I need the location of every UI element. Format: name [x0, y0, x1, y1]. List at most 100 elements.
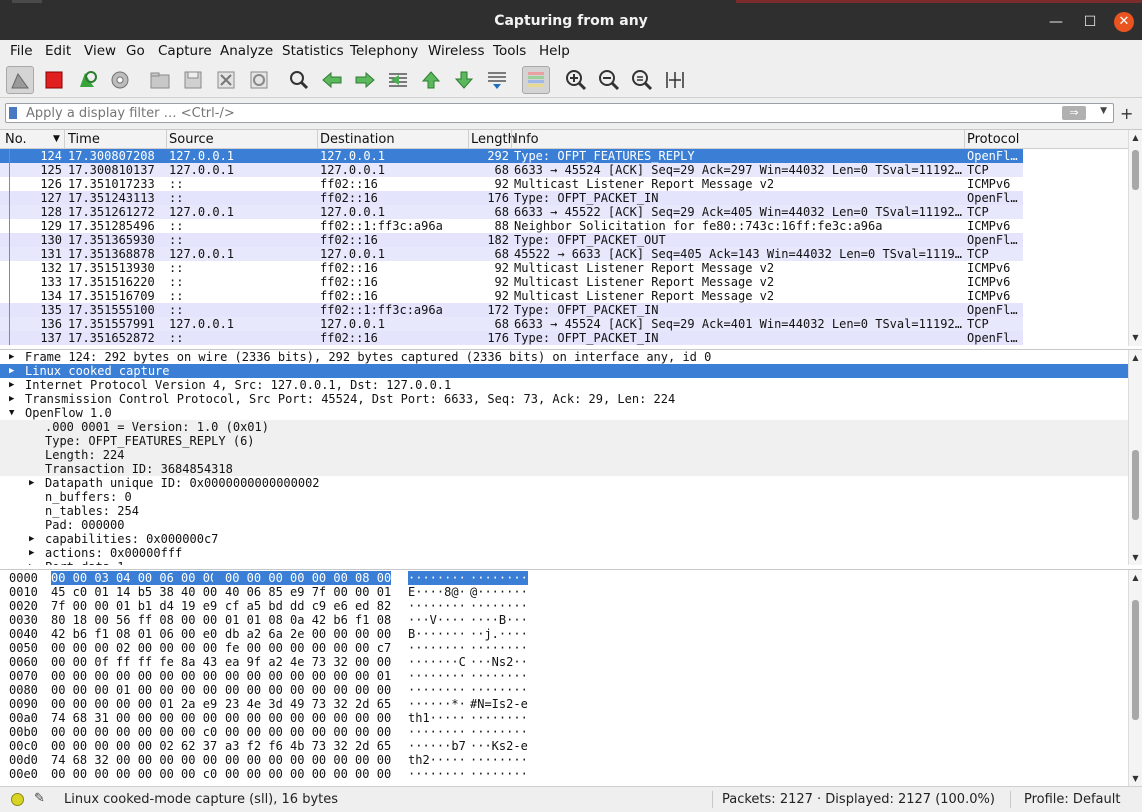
column-header-info[interactable]: Info: [514, 132, 539, 148]
collapsed-chevron-icon[interactable]: ▶: [29, 546, 34, 560]
column-header-time[interactable]: Time: [68, 132, 100, 148]
packet-row[interactable]: 134 17.351516709:: ff02::16 92 Multicast Lis…: [0, 289, 1023, 303]
packet-row[interactable]: 128 17.351261272 127.0.0.1 127.0.0.1 68 6633 …: [0, 205, 1023, 219]
detail-tree-row[interactable]: ▶ capabilities: 0x000000c7: [0, 532, 1128, 546]
go-forward-icon[interactable]: [351, 66, 379, 94]
go-back-icon[interactable]: [318, 66, 346, 94]
detail-tree-row[interactable]: ▶ Datapath unique ID: 0x0000000000000002: [0, 476, 1128, 490]
collapsed-chevron-icon[interactable]: ▶: [29, 560, 34, 565]
go-to-packet-icon[interactable]: [384, 66, 412, 94]
packet-bytes-scrollbar[interactable]: ▲ ▼: [1128, 570, 1142, 786]
collapsed-chevron-icon[interactable]: ▶: [29, 532, 34, 546]
detail-tree-row[interactable]: ▶ Transmission Control Protocol, Src Port…: [0, 392, 1128, 406]
shark-fin-start-icon[interactable]: [6, 66, 34, 94]
detail-tree-row[interactable]: ▶ Internet Protocol Version 4, Src: 127.0…: [0, 378, 1128, 392]
detail-tree-row[interactable]: ▼ OpenFlow 1.0: [0, 406, 1128, 420]
menu-statistics[interactable]: Statistics: [282, 43, 344, 59]
capture-comment-icon[interactable]: ✎: [34, 791, 45, 806]
maximize-icon[interactable]: ☐: [1080, 12, 1100, 32]
column-header-protocol[interactable]: Protocol: [967, 132, 1019, 148]
apply-filter-arrow-icon[interactable]: ⇒: [1062, 106, 1086, 120]
close-icon[interactable]: ✕: [1114, 12, 1134, 32]
packet-row[interactable]: 125 17.300810137 127.0.0.1 127.0.0.1 68 6633 …: [0, 163, 1023, 177]
column-header-destination[interactable]: Destination: [320, 132, 395, 148]
column-header-source[interactable]: Source: [169, 132, 214, 148]
packet-row[interactable]: 137 17.351652872:: ff02::16 176 Type: OFPT_P…: [0, 331, 1023, 345]
packet-row[interactable]: 131 17.351368878 127.0.0.1 127.0.0.1 68 45522…: [0, 247, 1023, 261]
packet-row[interactable]: 124 17.300807208 127.0.0.1 127.0.0.1 292 Type…: [0, 149, 1023, 163]
menu-file[interactable]: File: [10, 43, 33, 59]
open-file-icon[interactable]: [146, 66, 174, 94]
status-profile[interactable]: Profile: Default: [1024, 792, 1120, 807]
packet-row[interactable]: 126 17.351017233:: ff02::16 92 Multicast Lis…: [0, 177, 1023, 191]
hex-row[interactable]: 00a0 74 68 31 00 00 00 00 00 00 00 00 00 0…: [0, 711, 540, 725]
minimize-icon[interactable]: —: [1046, 12, 1066, 32]
hex-row[interactable]: 0050 00 00 00 02 00 00 00 00 fe 00 00 00 0…: [0, 641, 540, 655]
filter-dropdown-chevron-icon[interactable]: ▼: [1100, 106, 1107, 116]
hex-row[interactable]: 0080 00 00 00 01 00 00 00 00 00 00 00 00 0…: [0, 683, 540, 697]
go-last-packet-icon[interactable]: [450, 66, 478, 94]
expert-info-indicator-icon[interactable]: [11, 793, 24, 806]
hex-row[interactable]: 0000 00 00 03 04 00 06 00 00 00 00 00 00 0…: [0, 571, 540, 585]
packet-row[interactable]: 136 17.351557991 127.0.0.1 127.0.0.1 68 6633 …: [0, 317, 1023, 331]
detail-tree-row[interactable]: n_buffers: 0: [0, 490, 1128, 504]
hex-row[interactable]: 00c0 00 00 00 00 00 02 62 37 a3 f2 f6 4b 7…: [0, 739, 540, 753]
zoom-normal-icon[interactable]: [628, 66, 656, 94]
detail-tree-row[interactable]: ▶ actions: 0x00000fff: [0, 546, 1128, 560]
packet-row[interactable]: 132 17.351513930:: ff02::16 92 Multicast Lis…: [0, 261, 1023, 275]
hex-row[interactable]: 0040 42 b6 f1 08 01 06 00 e0 db a2 6a 2e 0…: [0, 627, 540, 641]
detail-tree-row[interactable]: n_tables: 254: [0, 504, 1128, 518]
reload-file-icon[interactable]: [245, 66, 273, 94]
collapsed-chevron-icon[interactable]: ▶: [9, 392, 14, 406]
column-header-length[interactable]: Length: [471, 132, 516, 148]
hex-row[interactable]: 00b0 00 00 00 00 00 00 00 c0 00 00 00 00 0…: [0, 725, 540, 739]
packet-details-scrollbar[interactable]: ▲ ▼: [1128, 350, 1142, 565]
packet-row[interactable]: 135 17.351555100:: ff02::1:ff3c:a96a 172 Typ…: [0, 303, 1023, 317]
detail-tree-row[interactable]: Type: OFPT_FEATURES_REPLY (6): [0, 434, 1128, 448]
capture-options-icon[interactable]: [106, 66, 134, 94]
zoom-in-icon[interactable]: [562, 66, 590, 94]
menu-capture[interactable]: Capture: [158, 43, 212, 59]
detail-tree-row[interactable]: .000 0001 = Version: 1.0 (0x01): [0, 420, 1128, 434]
find-packet-icon[interactable]: [285, 66, 313, 94]
bookmark-icon[interactable]: [9, 107, 17, 119]
hex-row[interactable]: 00d0 74 68 32 00 00 00 00 00 00 00 00 00 0…: [0, 753, 540, 767]
packet-row[interactable]: 127 17.351243113:: ff02::16 176 Type: OFPT_P…: [0, 191, 1023, 205]
close-file-icon[interactable]: [212, 66, 240, 94]
hex-row[interactable]: 00e0 00 00 00 00 00 00 00 c0 00 00 00 00 0…: [0, 767, 540, 781]
auto-scroll-icon[interactable]: [483, 66, 511, 94]
resize-columns-icon[interactable]: [661, 66, 689, 94]
menu-telephony[interactable]: Telephony: [350, 43, 418, 59]
menu-help[interactable]: Help: [539, 43, 570, 59]
hex-row[interactable]: 0030 80 18 00 56 ff 08 00 00 01 01 08 0a 4…: [0, 613, 540, 627]
menu-wireless[interactable]: Wireless: [428, 43, 485, 59]
detail-tree-row[interactable]: Transaction ID: 3684854318: [0, 462, 1128, 476]
save-file-icon[interactable]: [179, 66, 207, 94]
detail-tree-row[interactable]: ▶ Frame 124: 292 bytes on wire (2336 bits…: [0, 350, 1128, 364]
zoom-out-icon[interactable]: [595, 66, 623, 94]
hex-row[interactable]: 0010 45 c0 01 14 b5 38 40 00 40 06 85 e9 7…: [0, 585, 540, 599]
menu-go[interactable]: Go: [126, 43, 145, 59]
hex-row[interactable]: 0090 00 00 00 00 00 01 2a e9 23 4e 3d 49 7…: [0, 697, 540, 711]
collapsed-chevron-icon[interactable]: ▶: [29, 476, 34, 490]
sort-chevron-down-icon[interactable]: ▼: [53, 134, 60, 150]
menu-view[interactable]: View: [84, 43, 116, 59]
menu-tools[interactable]: Tools: [493, 43, 526, 59]
detail-tree-row[interactable]: ▶ Port data 1: [0, 560, 1128, 565]
hex-row[interactable]: 0020 7f 00 00 01 b1 d4 19 e9 cf a5 bd dd c…: [0, 599, 540, 613]
detail-tree-row[interactable]: Pad: 000000: [0, 518, 1128, 532]
detail-tree-row[interactable]: ▶ Linux cooked capture: [0, 364, 1128, 378]
collapsed-chevron-icon[interactable]: ▶: [9, 350, 14, 364]
go-first-packet-icon[interactable]: [417, 66, 445, 94]
colorize-icon[interactable]: [522, 66, 550, 94]
restart-capture-icon[interactable]: [73, 66, 101, 94]
stop-capture-icon[interactable]: [40, 66, 68, 94]
menu-analyze[interactable]: Analyze: [220, 43, 273, 59]
detail-tree-row[interactable]: Length: 224: [0, 448, 1128, 462]
menu-edit[interactable]: Edit: [45, 43, 71, 59]
packet-list-scrollbar[interactable]: ▲ ▼: [1128, 130, 1142, 346]
expanded-chevron-icon[interactable]: ▼: [9, 406, 14, 420]
packet-row[interactable]: 130 17.351365930:: ff02::16 182 Type: OFPT_P…: [0, 233, 1023, 247]
packet-row[interactable]: 133 17.351516220:: ff02::16 92 Multicast Lis…: [0, 275, 1023, 289]
add-filter-button-icon[interactable]: +: [1120, 104, 1133, 123]
